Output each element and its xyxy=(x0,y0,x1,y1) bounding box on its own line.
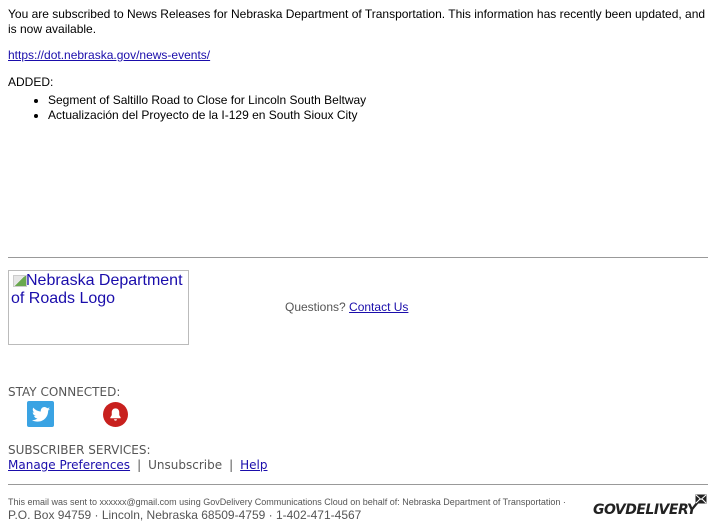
footer-sent-to: This email was sent to xxxxxx@gmail.com … xyxy=(8,497,566,507)
footer-address: P.O. Box 94759 · Lincoln, Nebraska 68509… xyxy=(8,508,362,522)
envelope-icon xyxy=(695,494,707,504)
questions: Questions? Contact Us xyxy=(285,300,408,314)
list-item: Segment of Saltillo Road to Close for Li… xyxy=(48,93,366,108)
unsubscribe-link[interactable]: Unsubscribe xyxy=(148,458,222,472)
list-item: Actualización del Proyecto de la I-129 e… xyxy=(48,108,366,123)
govdelivery-logo: GOVDELIVERY xyxy=(593,502,697,518)
divider xyxy=(8,484,708,485)
contact-us-link[interactable]: Contact Us xyxy=(349,300,408,314)
separator: | xyxy=(137,458,142,472)
help-link[interactable]: Help xyxy=(240,458,267,472)
footer-text: This email was sent to xxxxxx@gmail.com … xyxy=(8,496,568,523)
logo-alt-text: Nebraska Department of Roads Logo xyxy=(11,272,183,307)
stay-connected-label: STAY CONNECTED: xyxy=(8,385,121,399)
manage-preferences-link[interactable]: Manage Preferences xyxy=(8,458,130,472)
questions-label: Questions? xyxy=(285,300,346,314)
news-events-link[interactable]: https://dot.nebraska.gov/news-events/ xyxy=(8,48,210,62)
bell-icon[interactable] xyxy=(103,402,128,427)
divider xyxy=(8,257,708,258)
logo-image: Nebraska Department of Roads Logo xyxy=(8,270,189,345)
added-items-list: Segment of Saltillo Road to Close for Li… xyxy=(8,93,366,123)
intro-text: You are subscribed to News Releases for … xyxy=(8,7,706,36)
subscriber-services-links: Manage Preferences | Unsubscribe | Help xyxy=(8,458,268,472)
subscriber-services-label: SUBSCRIBER SERVICES: xyxy=(8,443,151,457)
separator: | xyxy=(229,458,234,472)
added-label: ADDED: xyxy=(8,75,54,89)
twitter-icon[interactable] xyxy=(27,401,54,427)
broken-image-icon xyxy=(12,272,27,287)
